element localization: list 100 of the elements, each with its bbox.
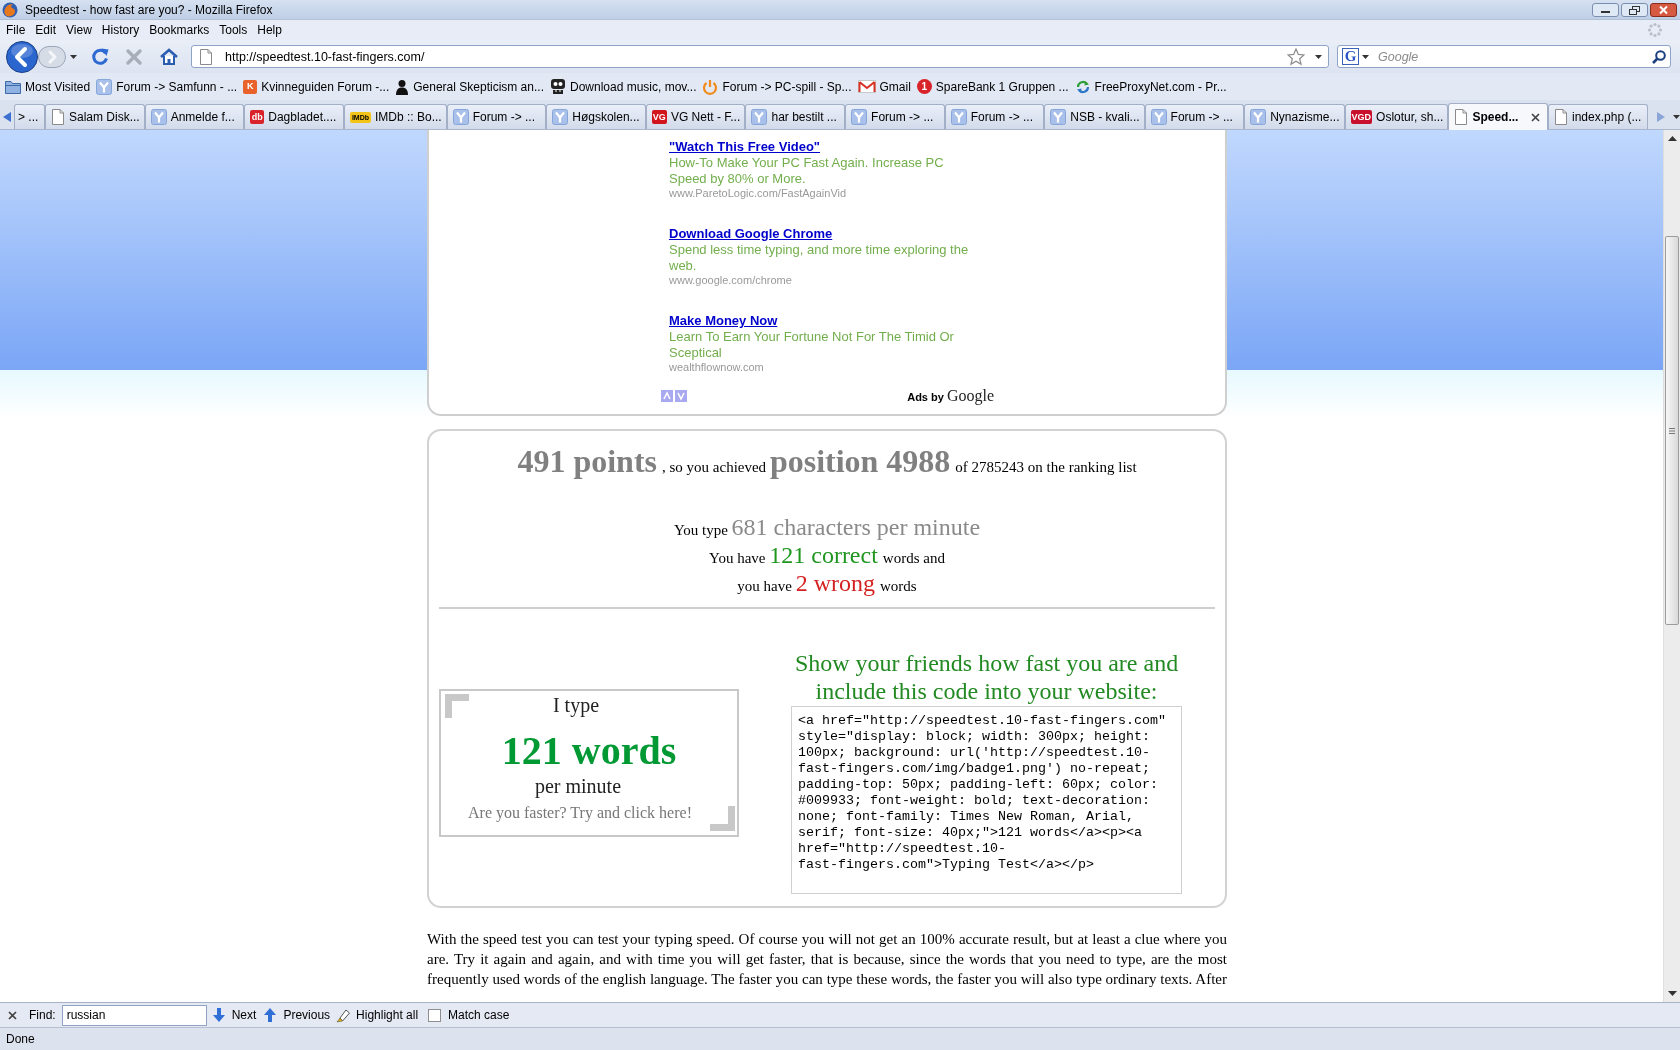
tab[interactable]: db Dagbladet.... <box>244 104 344 129</box>
badge-caption: per minute <box>534 774 622 798</box>
close-icon[interactable] <box>1650 2 1677 17</box>
scroll-up-icon[interactable] <box>1667 136 1677 141</box>
reload-icon[interactable] <box>90 46 110 67</box>
intro-paragraph: With the speed test you can test your typing speed. Of course you will not get an 100% accurate result, but at least a clue where you are. Try it again and again, and with time you will get faster, that is because, since the words that you need to type, are the most frequently used words of the english language. The faster you can type these words, the faster you will also type ordinary texts. After <box>427 930 1227 989</box>
scrollbar-thumb[interactable] <box>1665 236 1679 625</box>
corner-bracket-icon <box>710 805 735 831</box>
tile-icon <box>851 109 868 125</box>
ad-description: Spend less time typing, and more time exploring the web. <box>669 242 970 274</box>
bookmark-item[interactable]: K Kvinneguiden Forum -... <box>240 75 393 98</box>
ad-description: Learn To Earn Your Fortune Not For The Timid Or Sceptical <box>669 329 955 361</box>
logo-tile: db <box>250 110 265 124</box>
ad-url: www.ParetoLogic.com/FastAgainVid <box>669 187 847 200</box>
find-label: Find: <box>29 1008 56 1022</box>
menu-item[interactable]: Help <box>252 21 287 39</box>
tile-icon <box>552 109 569 125</box>
throbber-icon <box>1647 22 1663 38</box>
search-field[interactable]: G Google <box>1337 45 1671 68</box>
tile-icon <box>1050 109 1067 125</box>
bookmark-item[interactable]: Most Visited <box>2 75 94 98</box>
tab[interactable]: VGD Oslotur, sh... <box>1344 104 1449 129</box>
bookmark-item[interactable]: Forum -> Samfunn - ... <box>93 75 241 98</box>
tab[interactable]: Høgskolen... <box>546 104 646 129</box>
result-line: You type 681 characters per minute <box>672 515 982 542</box>
up-arrow-icon <box>263 1007 278 1023</box>
bookmark-item[interactable]: Download music, mov... <box>547 75 700 98</box>
ad-title-link[interactable]: Make Money Now <box>669 313 778 329</box>
tile-icon <box>950 109 967 125</box>
star-icon[interactable] <box>1287 47 1305 66</box>
match-case-label[interactable]: Match case <box>448 1008 510 1022</box>
home-icon[interactable] <box>159 46 179 67</box>
corner-bracket-icon <box>445 693 469 718</box>
restore-icon[interactable] <box>1621 2 1648 17</box>
tab[interactable]: NSB - kvali... <box>1044 104 1145 129</box>
tile-icon <box>452 109 469 125</box>
menu-item[interactable]: History <box>96 21 145 39</box>
tab[interactable]: Salam Disk... <box>45 104 145 129</box>
tab[interactable]: Forum -> ... <box>1144 104 1245 129</box>
bookmark-item[interactable]: Forum -> PC-spill - Sp... <box>699 75 855 98</box>
scroll-down-icon[interactable] <box>1667 991 1677 996</box>
result-line: You have 121 correct words and <box>708 543 946 570</box>
tab[interactable]: Speed... <box>1448 103 1548 130</box>
share-heading: Show your friends how fast you are and include this code into your website: <box>793 649 1180 705</box>
highlight-all-button[interactable]: Highlight all <box>336 1007 419 1023</box>
menu-item[interactable]: Bookmarks <box>144 21 215 39</box>
address-field[interactable]: http://speedtest.10-fast-fingers.com/ <box>191 45 1329 68</box>
words-count-link[interactable]: 121 words <box>501 727 677 774</box>
page-icon <box>1454 109 1469 125</box>
caret-icon[interactable] <box>70 54 77 59</box>
tab[interactable]: Forum -> ... <box>845 104 945 129</box>
match-case-checkbox[interactable] <box>428 1008 442 1022</box>
caret-icon[interactable] <box>1673 114 1680 119</box>
tile-icon <box>751 109 768 125</box>
tab[interactable]: har bestilt ... <box>745 104 846 129</box>
find-next-button[interactable]: Next <box>211 1007 257 1023</box>
logo-tile: VGD <box>1350 110 1373 124</box>
globe-icon <box>2 1 18 18</box>
silhouette-icon <box>395 78 410 95</box>
highlighter-icon <box>336 1007 351 1023</box>
bookmark-item[interactable]: General Skepticism an... <box>392 75 547 98</box>
search-engine-button[interactable]: G <box>1341 47 1372 66</box>
tile-icon <box>1250 109 1267 125</box>
close-icon[interactable] <box>8 1010 17 1020</box>
close-icon[interactable] <box>1531 112 1540 122</box>
grip-icon <box>1669 427 1675 434</box>
ad-title-link[interactable]: "Watch This Free Video" <box>669 139 821 155</box>
power-icon <box>702 78 719 95</box>
tab[interactable]: Forum -> ... <box>446 104 547 129</box>
skull-icon <box>550 79 566 94</box>
logo-tile: 1 <box>916 79 932 94</box>
tile-icon <box>1150 109 1167 125</box>
tab[interactable]: VG VG Nett - F... <box>645 104 746 129</box>
folder-icon <box>5 79 21 94</box>
mail-icon <box>857 80 876 93</box>
status-text: Done <box>6 1032 35 1046</box>
menu-item[interactable]: Edit <box>30 21 62 39</box>
window-title: Speedtest - how fast are you? - Mozilla Firefox <box>25 2 273 17</box>
bookmark-item[interactable]: 1 SpareBank 1 Gruppen ... <box>913 75 1072 98</box>
find-field[interactable]: russian <box>61 1004 207 1026</box>
find-previous-button[interactable]: Previous <box>263 1007 331 1023</box>
menu-item[interactable]: View <box>61 21 97 39</box>
bookmark-item[interactable]: FreeProxyNet.com - Pr... <box>1071 75 1230 98</box>
tile-icon <box>150 109 167 125</box>
scroll-left-icon[interactable] <box>3 111 11 122</box>
tab[interactable]: Forum -> ... <box>944 104 1045 129</box>
tab[interactable]: Anmelde f... <box>144 104 245 129</box>
minimize-icon[interactable] <box>1592 2 1619 17</box>
ad-title-link[interactable]: Download Google Chrome <box>669 226 833 242</box>
bookmark-item[interactable]: Gmail <box>854 75 914 98</box>
tab[interactable]: index.php (... <box>1548 104 1648 129</box>
search-icon[interactable] <box>1652 49 1666 64</box>
menu-item[interactable]: Tools <box>214 21 253 39</box>
ads-attribution-link[interactable]: Ads by Google <box>907 387 994 405</box>
tab[interactable]: > ... <box>14 104 45 129</box>
caret-icon <box>1362 54 1369 59</box>
menu-item[interactable]: File <box>1 21 31 39</box>
embed-code-field[interactable]: <a href="http://speedtest.10-fast-fingers.com" style="display: block; width: 300px; height: 100px; background: url('http://speedtest.10- fast-fingers.com/img/badge1.png') no-repeat; padding-top: 50px; padding-left: 60px; color: #009933; font-weight: bold; text-decoration: none; font-family: Times New Roman, Arial, serif; font-size: 40px;">121 words</a><p><a href="http://speedtest.10- fast-fingers.com">Typing Test</a></p> <box>791 706 1182 894</box>
caret-icon[interactable] <box>1315 54 1322 59</box>
tab[interactable]: Nynazisme... <box>1244 104 1345 129</box>
